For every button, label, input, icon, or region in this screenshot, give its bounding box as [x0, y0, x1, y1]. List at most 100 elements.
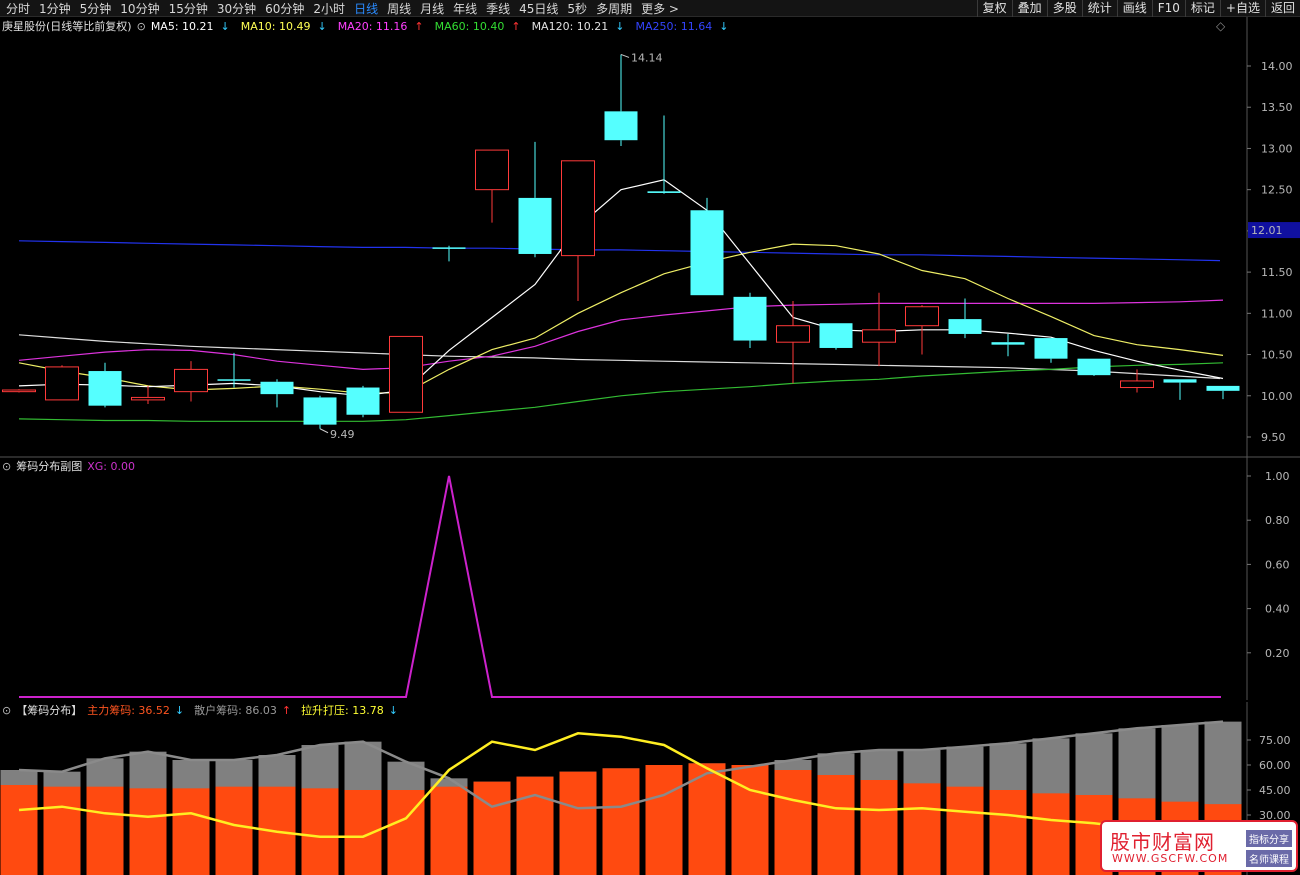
main-chip-bar	[1032, 793, 1070, 875]
period-tab[interactable]: 5秒	[563, 1, 592, 17]
main-chip-bar	[129, 788, 167, 875]
tool-button[interactable]: 标记	[1184, 0, 1220, 17]
watermark-tag: 名师课程	[1246, 850, 1292, 867]
period-tab[interactable]: 5分钟	[76, 1, 117, 17]
tool-button[interactable]: 复权	[976, 0, 1012, 17]
candle-body	[518, 197, 552, 254]
low-label: 9.49	[330, 428, 355, 441]
candle	[260, 379, 294, 408]
candle-body	[131, 396, 165, 401]
candle	[432, 245, 466, 262]
period-tab[interactable]: 2小时	[309, 1, 350, 17]
candle-body	[346, 387, 380, 415]
main-chip-bar	[731, 765, 769, 875]
price-tick-label: 10.50	[1261, 349, 1293, 362]
price-chart[interactable]: 14.0013.5013.0012.5012.0011.5011.0010.50…	[0, 17, 1300, 475]
main-chip-bar	[430, 786, 468, 875]
candle	[1206, 385, 1240, 400]
candle-body	[819, 323, 853, 348]
xg-tick-label: 0.20	[1265, 647, 1290, 660]
candle-body	[1077, 358, 1111, 376]
candle-body	[1034, 338, 1068, 359]
candle-body	[2, 389, 36, 393]
watermark-logo: 股市财富网 WWW.GSCFW.COM 指标分享 名师课程	[1100, 820, 1298, 872]
period-tab[interactable]: 45日线	[515, 1, 563, 17]
chip-tick-label: 45.00	[1259, 784, 1291, 797]
period-tab[interactable]: 分时	[2, 1, 35, 17]
candle	[1163, 379, 1197, 400]
xg-tick-label: 0.80	[1265, 514, 1290, 527]
tool-button[interactable]: 统计	[1081, 0, 1117, 17]
ma250-line	[18, 240, 1221, 262]
main-chip-bar	[860, 780, 898, 875]
period-toolbar: 分时 1分钟 5分钟 10分钟 15分钟 30分钟 60分钟 2小时 日线 周线 月线 年线 季线 45日…	[0, 0, 1300, 17]
price-tick-label: 10.00	[1261, 390, 1293, 403]
period-tab[interactable]: 10分钟	[116, 1, 164, 17]
tool-button[interactable]: 多股	[1046, 0, 1082, 17]
tool-button[interactable]: 返回	[1264, 0, 1300, 17]
high-label: 14.14	[631, 51, 663, 64]
ma5-line	[18, 179, 1224, 397]
period-tab[interactable]: 日线	[350, 1, 383, 17]
candle-body	[690, 210, 724, 296]
main-chip-bar	[774, 770, 812, 875]
candle-body	[1206, 385, 1240, 391]
candle-body	[389, 335, 423, 413]
main-chip-bar	[817, 775, 855, 875]
candle	[88, 362, 122, 408]
candle-body	[45, 366, 79, 401]
candle-body	[1163, 379, 1197, 383]
price-tick-label: 11.50	[1261, 266, 1293, 279]
candle	[1034, 338, 1068, 363]
candle	[518, 141, 552, 258]
price-tick-label: 13.50	[1261, 101, 1293, 114]
price-tick-label: 11.00	[1261, 307, 1293, 320]
candle	[604, 54, 638, 146]
period-tab[interactable]: 季线	[482, 1, 515, 17]
tool-button[interactable]: 叠加	[1011, 0, 1047, 17]
tool-button[interactable]: 画线	[1116, 0, 1152, 17]
candle	[346, 385, 380, 418]
period-tab[interactable]: 30分钟	[213, 1, 261, 17]
tool-button[interactable]: F10	[1151, 0, 1185, 17]
period-tab[interactable]: 15分钟	[165, 1, 213, 17]
period-tab[interactable]: 年线	[449, 1, 482, 17]
main-chip-bar	[215, 786, 253, 875]
candle-body	[432, 247, 466, 249]
tool-buttons: 复权 叠加 多股 统计 画线 F10 标记 +自选 返回	[976, 0, 1300, 17]
main-chip-bar	[86, 786, 124, 875]
candle-body	[862, 329, 896, 343]
candle	[1077, 358, 1111, 376]
period-tab[interactable]: 60分钟	[261, 1, 309, 17]
main-chip-bar	[903, 783, 941, 875]
period-tab[interactable]: 多周期	[592, 1, 637, 17]
candle	[690, 197, 724, 296]
period-tab[interactable]: 1分钟	[35, 1, 76, 17]
candle	[733, 292, 767, 348]
main-chip-bar	[602, 768, 640, 875]
candle-body	[905, 306, 939, 327]
candle	[475, 149, 509, 223]
period-tab[interactable]: 周线	[383, 1, 416, 17]
candle-body	[991, 342, 1025, 345]
candle-body	[776, 325, 810, 343]
period-tab[interactable]: 月线	[416, 1, 449, 17]
candle	[303, 395, 337, 429]
xg-tick-label: 0.60	[1265, 558, 1290, 571]
candle-body	[174, 368, 208, 393]
main-chip-bar	[516, 776, 554, 875]
low-marker	[319, 428, 329, 434]
candle-body	[217, 379, 251, 381]
watermark-url: WWW.GSCFW.COM	[1112, 852, 1229, 865]
candle	[174, 361, 208, 402]
candle	[2, 389, 36, 393]
candle	[131, 385, 165, 405]
candle	[948, 298, 982, 339]
price-tick-label: 14.00	[1261, 60, 1293, 73]
candle-body	[647, 191, 681, 193]
candle-body	[948, 319, 982, 334]
period-tab[interactable]: 更多 >	[637, 1, 684, 17]
xg-indicator-chart[interactable]: 1.00 0.80 0.60 0.40 0.20	[0, 458, 1300, 700]
candle-body	[88, 371, 122, 406]
tool-button[interactable]: +自选	[1219, 0, 1265, 17]
